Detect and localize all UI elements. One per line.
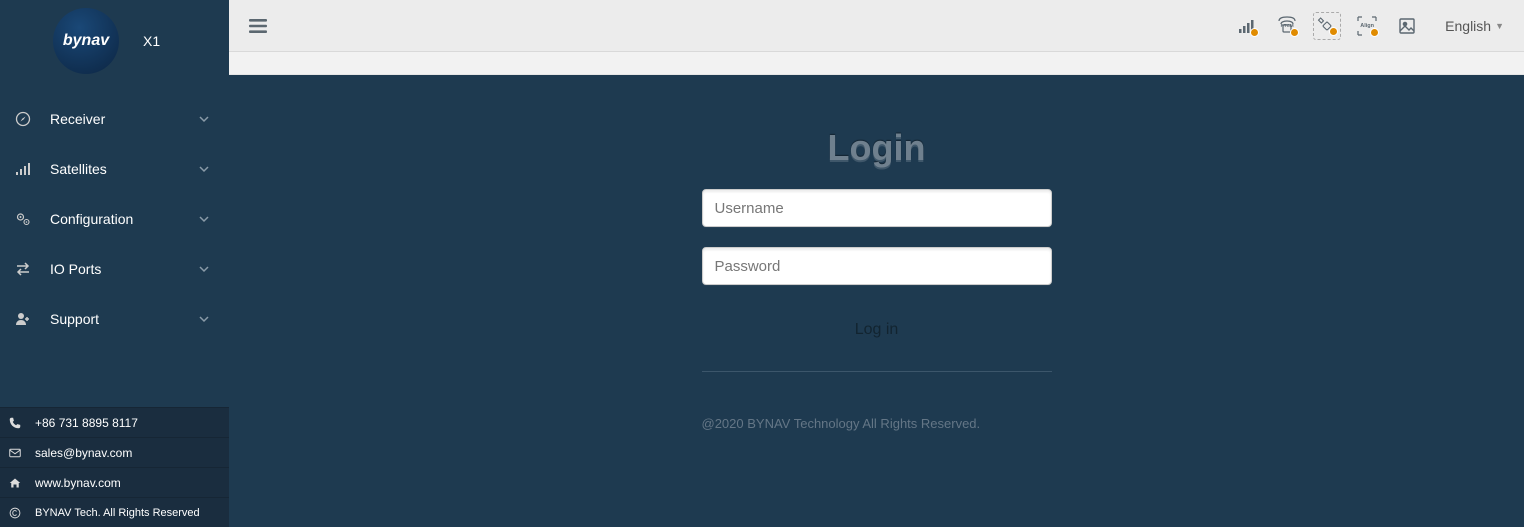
- sidebar-footer: +86 731 8895 8117 sales@bynav.com www.by…: [0, 407, 229, 527]
- signal-bars-icon: [14, 160, 32, 178]
- sidebar-item-label: Receiver: [50, 111, 181, 127]
- footer-copyright: BYNAV Tech. All Rights Reserved: [0, 497, 229, 527]
- login-title: Login: [828, 127, 926, 169]
- chevron-down-icon: [199, 214, 209, 224]
- sidebar-item-ioports[interactable]: IO Ports: [0, 244, 229, 294]
- login-form: Log in @2020 BYNAV Technology All Rights…: [702, 189, 1052, 431]
- topbar: RTCM Align English ▼: [229, 0, 1524, 52]
- chevron-down-icon: [199, 314, 209, 324]
- sidebar-header: bynav X1: [0, 0, 229, 82]
- footer-phone-text: +86 731 8895 8117: [35, 416, 138, 430]
- chevron-down-icon: [199, 164, 209, 174]
- sidebar-item-satellites[interactable]: Satellites: [0, 144, 229, 194]
- signal-status-icon[interactable]: [1233, 12, 1261, 40]
- footer-phone[interactable]: +86 731 8895 8117: [0, 407, 229, 437]
- sidebar-item-support[interactable]: Support: [0, 294, 229, 344]
- content: Login Log in @2020 BYNAV Technology All …: [229, 75, 1524, 527]
- language-selector[interactable]: English ▼: [1445, 18, 1504, 34]
- sidebar-item-receiver[interactable]: Receiver: [0, 94, 229, 144]
- warning-badge: [1290, 28, 1299, 37]
- sidebar: bynav X1 Receiver Satellites: [0, 0, 229, 527]
- main: RTCM Align English ▼ Login Log in @2020 …: [229, 0, 1524, 527]
- phone-icon: [8, 416, 22, 430]
- warning-badge: [1329, 27, 1338, 36]
- language-label: English: [1445, 18, 1491, 34]
- copyright-icon: [8, 506, 22, 520]
- footer-email-text: sales@bynav.com: [35, 446, 132, 460]
- sidebar-item-label: Satellites: [50, 161, 181, 177]
- sidebar-item-label: Configuration: [50, 211, 181, 227]
- sidebar-item-label: IO Ports: [50, 261, 181, 277]
- warning-badge: [1250, 28, 1259, 37]
- sidebar-item-configuration[interactable]: Configuration: [0, 194, 229, 244]
- gears-icon: [14, 210, 32, 228]
- rtcm-status-icon[interactable]: RTCM: [1273, 12, 1301, 40]
- login-button[interactable]: Log in: [839, 313, 915, 347]
- nav-menu: Receiver Satellites Configuration: [0, 82, 229, 407]
- footer-website[interactable]: www.bynav.com: [0, 467, 229, 497]
- chevron-down-icon: [199, 264, 209, 274]
- footer-website-text: www.bynav.com: [35, 476, 121, 490]
- home-icon: [8, 476, 22, 490]
- sub-topbar: [229, 52, 1524, 75]
- chevron-down-icon: [199, 114, 209, 124]
- menu-toggle-button[interactable]: [243, 11, 273, 41]
- password-input[interactable]: [702, 247, 1052, 285]
- satellite-status-icon[interactable]: [1313, 12, 1341, 40]
- brand-logo: bynav: [53, 8, 119, 74]
- warning-badge: [1370, 28, 1379, 37]
- user-plus-icon: [14, 310, 32, 328]
- caret-down-icon: ▼: [1495, 21, 1504, 31]
- username-input[interactable]: [702, 189, 1052, 227]
- footer-copyright-text: BYNAV Tech. All Rights Reserved: [35, 507, 200, 519]
- align-status-icon[interactable]: Align: [1353, 12, 1381, 40]
- image-status-icon[interactable]: [1393, 12, 1421, 40]
- transfer-icon: [14, 260, 32, 278]
- page-copyright: @2020 BYNAV Technology All Rights Reserv…: [702, 416, 981, 431]
- divider: [702, 371, 1052, 372]
- sidebar-item-label: Support: [50, 311, 181, 327]
- envelope-icon: [8, 446, 22, 460]
- product-name: X1: [143, 33, 160, 49]
- compass-icon: [14, 110, 32, 128]
- footer-email[interactable]: sales@bynav.com: [0, 437, 229, 467]
